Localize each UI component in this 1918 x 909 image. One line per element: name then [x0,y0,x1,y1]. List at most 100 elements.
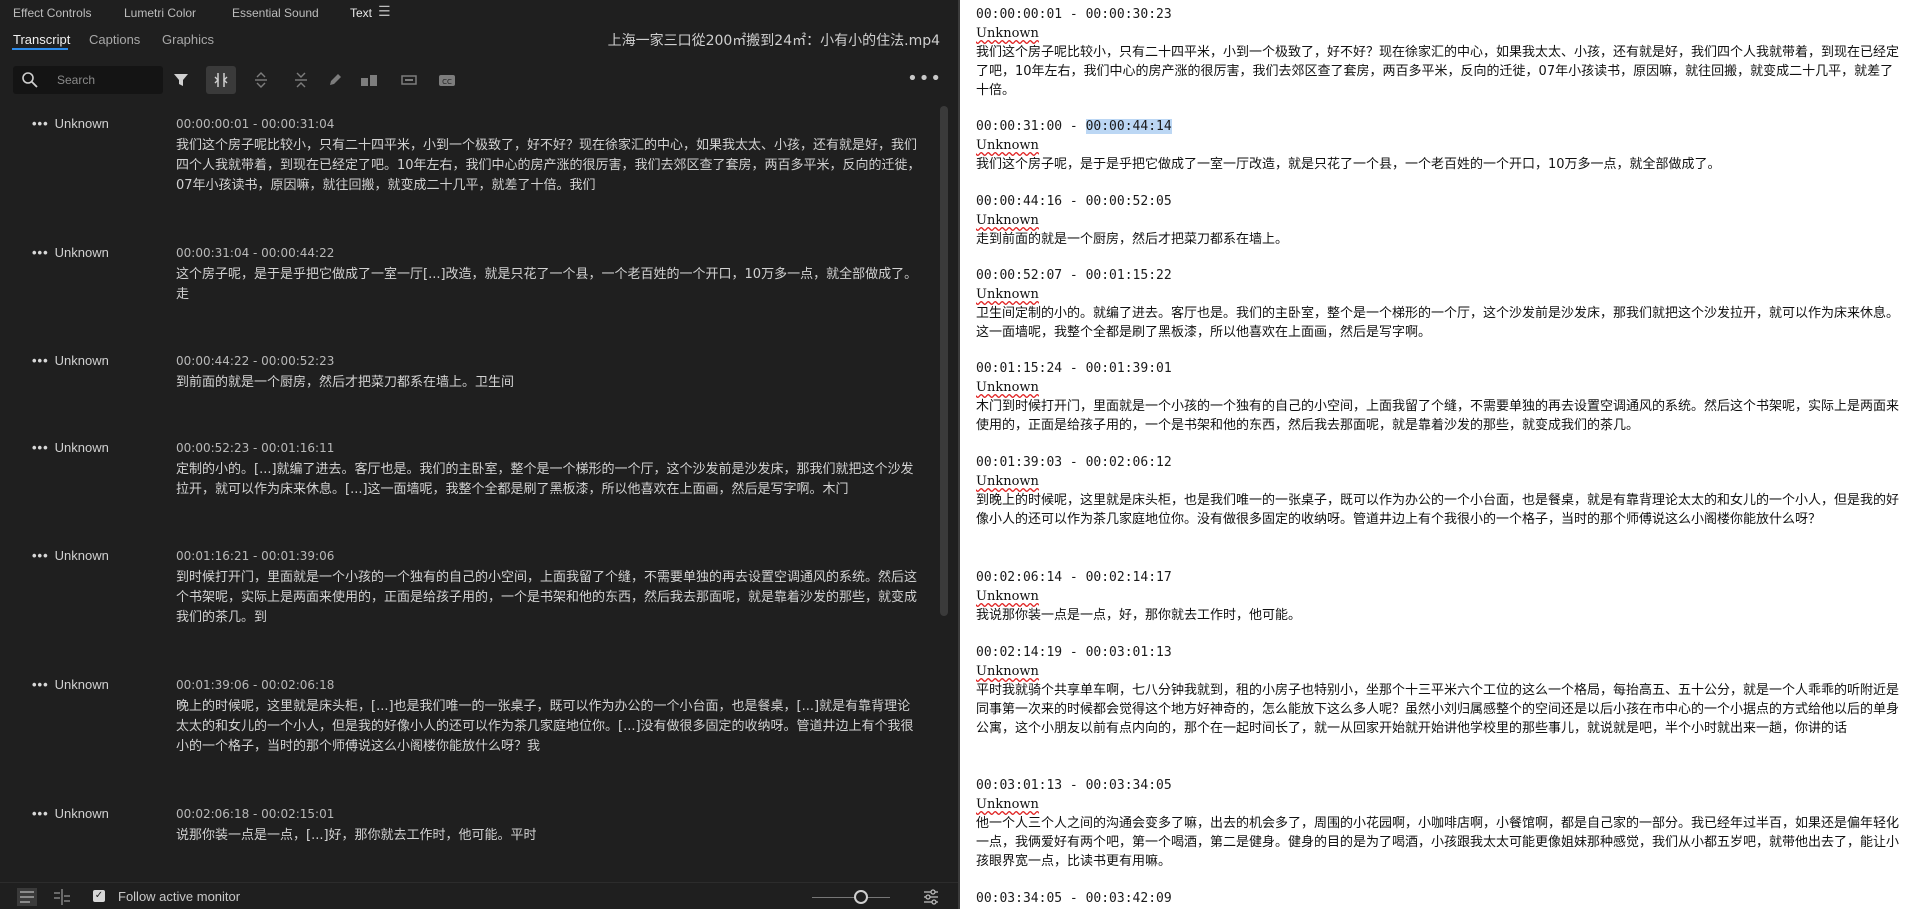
segment-text[interactable]: 说那你装一点是一点，[...]好，那你就去工作时，他可能。平时 [176,826,921,846]
subtitle-block: 00:00:31:00 - 00:00:44:14 Unknown 我们这个房子… [976,117,1904,174]
collapse-icon [295,72,307,88]
segment-timecode: 00:00:44:22 - 00:00:52:23 [176,354,335,368]
segment-menu-icon[interactable]: ••• [32,353,49,368]
subtitle-speaker: Unknown [976,797,1039,812]
svg-text:CC: CC [442,78,452,86]
merge-segments-button[interactable] [206,66,236,94]
speaker-label[interactable]: ••• Unknown [32,353,109,368]
subtitle-block: 00:00:52:07 - 00:01:15:22 Unknown 卫生间定制的… [976,266,1904,342]
follow-active-monitor-checkbox[interactable]: ✓ [93,890,105,902]
subtitle-text: 走到前面的就是一个厨房，然后才把菜刀都系在墙上。 [976,232,1289,247]
subtitle-block: 00:03:01:13 - 00:03:34:05 Unknown 他一个人三个… [976,776,1904,871]
subtitle-speaker: Unknown [976,664,1039,679]
subtitle-speaker: Unknown [976,213,1039,228]
subtitle-block: 00:01:15:24 - 00:01:39:01 Unknown 木门到时候打… [976,359,1904,435]
subtitle-text: 平时我就骑个共享单车啊，七八分钟我就到，租的小房子也特别小，坐那个十三平米六个工… [976,683,1900,736]
text-panel: Effect Controls Lumetri Color Essential … [0,0,958,909]
subtitle-timecode: 00:03:01:13 - 00:03:34:05 [976,778,1172,793]
transcript-scrollbar[interactable] [940,106,948,616]
zoom-slider-track[interactable] [812,897,890,898]
collapse-button[interactable] [286,66,316,94]
segment-text[interactable]: 到时候打开门，里面就是一个小孩的一个独有的自己的小空间，上面我留了个缝，不需要单… [176,568,921,628]
speakers-icon [361,75,377,86]
export-icon [401,75,417,85]
subtitle-speaker: Unknown [976,474,1039,489]
pencil-icon [330,74,341,85]
speaker-label[interactable]: ••• Unknown [32,116,109,131]
segment-text[interactable]: 晚上的时候呢，这里就是床头柜，[...]也是我们唯一的一张桌子，既可以作为办公的… [176,697,921,757]
subtitle-text: 我们这个房子呢比较小，只有二十四平米，小到一个极致了，好不好？现在徐家汇的中心，… [976,45,1900,98]
filter-icon [174,74,188,86]
subtitle-timecode: 00:00:52:07 - 00:01:15:22 [976,268,1172,283]
speaker-label[interactable]: ••• Unknown [32,440,109,455]
segment-timecode: 00:00:52:23 - 00:01:16:11 [176,441,335,455]
segment-text[interactable]: 这个房子呢，是于是乎把它做成了一室一厅[...]改造，就是只花了一个县，一个老百… [176,265,921,305]
segment-menu-icon[interactable]: ••• [32,677,49,692]
segment-timecode: 00:01:16:21 - 00:01:39:06 [176,549,335,563]
merge-icon [214,73,228,87]
tab-graphics[interactable]: Graphics [162,32,214,47]
transcript-list: ••• Unknown 00:00:00:01 - 00:00:31:04 我们这… [0,106,942,846]
subtitle-block: 00:01:39:03 - 00:02:06:12 Unknown 到晚上的时候… [976,453,1904,529]
subtitle-block: 00:02:06:14 - 00:02:14:17 Unknown 我说那你装一… [976,568,1904,625]
segment-menu-icon[interactable]: ••• [32,116,49,131]
speaker-name: Unknown [54,548,109,563]
transcript-toolbar: CC ••• [0,62,958,96]
expand-button[interactable] [246,66,276,94]
speaker-label[interactable]: ••• Unknown [32,245,109,260]
edit-button[interactable] [320,66,350,94]
split-view-icon[interactable] [52,888,72,906]
more-options-button[interactable]: ••• [907,68,942,89]
transcript-footer: ✓ Follow active monitor [0,882,958,909]
subtitle-speaker: Unknown [976,287,1039,302]
segment-menu-icon[interactable]: ••• [32,245,49,260]
subtitle-block: 00:00:44:16 - 00:00:52:05 Unknown 走到前面的就… [976,192,1904,249]
subtitle-speaker: Unknown [976,380,1039,395]
settings-sliders-icon[interactable] [922,888,940,906]
subtitle-timecode: 00:02:06:14 - 00:02:14:17 [976,570,1172,585]
segment-timecode: 00:00:00:01 - 00:00:31:04 [176,117,335,131]
segment-text[interactable]: 我们这个房子呢比较小，只有二十四平米，小到一个极致了，好不好？现在徐家汇的中心，… [176,136,921,196]
tab-essential-sound[interactable]: Essential Sound [232,6,319,20]
subtitle-text-document: 00:00:00:01 - 00:00:30:23 Unknown 我们这个房子… [960,0,1918,909]
export-button[interactable] [394,66,424,94]
subtitle-timecode: 00:03:34:05 - 00:03:42:09 [976,891,1172,906]
speaker-label[interactable]: ••• Unknown [32,548,109,563]
speaker-name: Unknown [54,440,109,455]
tab-text[interactable]: Text [350,6,372,20]
speaker-name: Unknown [54,116,109,131]
follow-active-monitor-label: Follow active monitor [118,889,241,904]
segment-timecode: 00:00:31:04 - 00:00:44:22 [176,246,335,260]
subtitle-text: 木门到时候打开门，里面就是一个小孩的一个独有的自己的小空间，上面我留了个缝，不需… [976,399,1900,433]
selected-timecode[interactable]: 00:00:44:14 [1085,119,1172,134]
speaker-name: Unknown [54,806,109,821]
segment-text[interactable]: 到前面的就是一个厨房，然后才把菜刀都系在墙上。卫生间 [176,373,921,393]
transcript-view-icon[interactable] [16,887,38,907]
segment-timecode: 00:02:06:18 - 00:02:15:01 [176,807,335,821]
captions-button[interactable]: CC [432,66,462,94]
active-tab-indicator [12,48,68,50]
search-input[interactable] [57,71,157,89]
speaker-label[interactable]: ••• Unknown [32,677,109,692]
segment-menu-icon[interactable]: ••• [32,806,49,821]
segment-menu-icon[interactable]: ••• [32,440,49,455]
subtitle-text: 他一个人三个人之间的沟通会变多了嘛，出去的机会多了，周围的小花园啊，小咖啡店啊，… [976,816,1900,869]
segment-text[interactable]: 定制的小的。[...]就编了进去。客厅也是。我们的主卧室，整个是一个梯形的一个厅… [176,460,921,500]
subtitle-speaker: Unknown [976,138,1039,153]
subtitle-timecode: 00:00:00:01 - 00:00:30:23 [976,7,1172,22]
subtitle-timecode: 00:01:39:03 - 00:02:06:12 [976,455,1172,470]
segment-menu-icon[interactable]: ••• [32,548,49,563]
subtitle-text: 到晚上的时候呢，这里就是床头柜，也是我们唯一的一张桌子，既可以作为办公的一个小台… [976,493,1900,527]
panel-menu-icon[interactable]: ☰ [378,4,391,20]
tab-lumetri-color[interactable]: Lumetri Color [124,6,196,20]
subtitle-timecode: 00:00:44:16 - 00:00:52:05 [976,194,1172,209]
speaker-name: Unknown [54,245,109,260]
tab-transcript[interactable]: Transcript [13,32,70,47]
tab-captions[interactable]: Captions [89,32,140,47]
speaker-label[interactable]: ••• Unknown [32,806,109,821]
zoom-slider-handle[interactable] [854,890,868,904]
tab-effect-controls[interactable]: Effect Controls [13,6,91,20]
panel-tab-bar: Effect Controls Lumetri Color Essential … [0,0,958,28]
filter-button[interactable] [166,66,196,94]
speakers-button[interactable] [354,66,384,94]
